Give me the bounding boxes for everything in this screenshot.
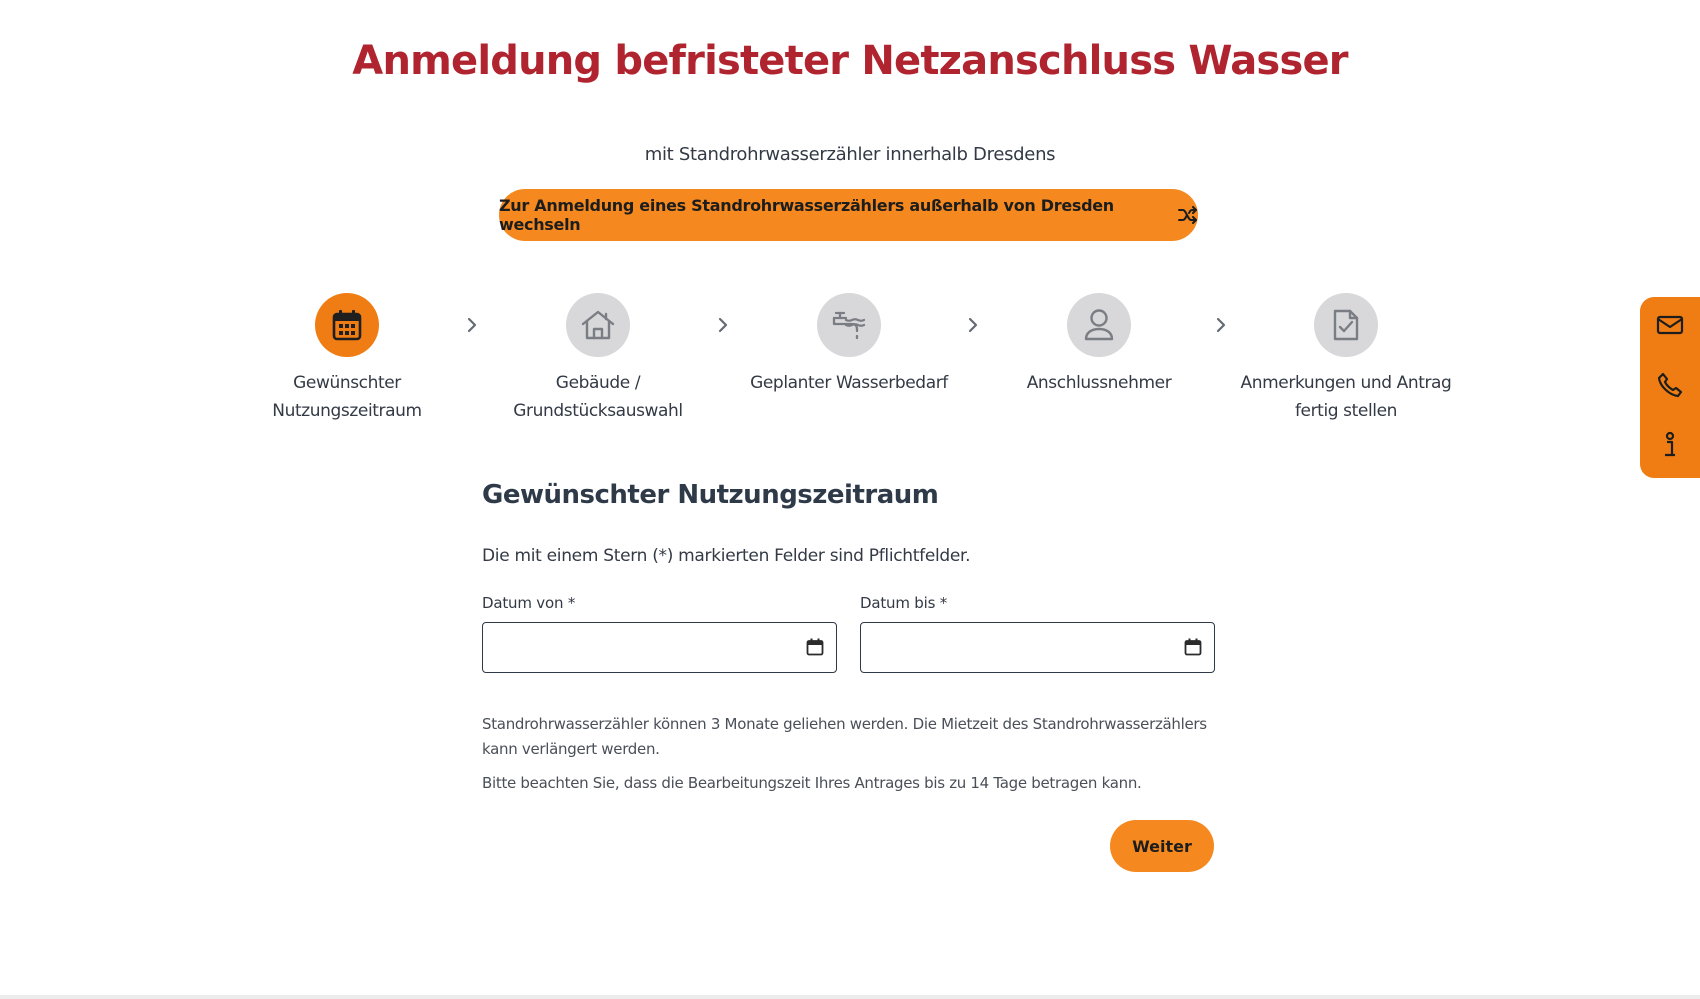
next-button[interactable]: Weiter (1110, 820, 1214, 872)
date-to-input[interactable] (873, 623, 1157, 674)
step-label: Anschlussnehmer (1026, 373, 1172, 393)
step-nutzungszeitraum[interactable]: Gewünschter Nutzungszeitraum (232, 293, 462, 425)
shuffle-icon (1178, 206, 1198, 224)
date-from-label: Datum von * (482, 594, 576, 612)
calendar-icon[interactable] (1184, 638, 1202, 656)
phone-icon[interactable] (1640, 365, 1700, 405)
house-icon (566, 293, 630, 357)
section-title: Gewünschter Nutzungszeitraum (482, 480, 939, 510)
person-icon (1067, 293, 1131, 357)
date-from-field: Datum von * (482, 594, 837, 674)
chevron-right-icon (718, 317, 728, 333)
faucet-icon (817, 293, 881, 357)
processing-time-info: Bitte beachten Sie, dass die Bearbeitung… (482, 774, 1142, 792)
date-to-label: Datum bis * (860, 594, 948, 612)
progress-stepper: Gewünschter Nutzungszeitraum Gebäude / G… (0, 293, 1700, 423)
required-fields-note: Die mit einem Stern (*) markierten Felde… (482, 546, 971, 566)
step-label: Gewünschter Nutzungszeitraum (272, 373, 422, 421)
document-check-icon (1314, 293, 1378, 357)
chevron-right-icon (968, 317, 978, 333)
step-label: Gebäude / Grundstücksauswahl (513, 373, 683, 421)
page-subtitle: mit Standrohrwasserzähler innerhalb Dres… (644, 144, 1056, 165)
page-title: Anmeldung befristeter Netzanschluss Wass… (352, 38, 1348, 84)
switch-region-button[interactable]: Zur Anmeldung eines Standrohrwasserzähle… (499, 189, 1198, 241)
step-label: Geplanter Wasserbedarf (750, 373, 948, 393)
step-antrag[interactable]: Anmerkungen und Antrag fertig stellen (1231, 293, 1461, 425)
calendar-icon[interactable] (806, 638, 824, 656)
mail-icon[interactable] (1640, 305, 1700, 345)
date-from-input-box[interactable] (482, 622, 837, 674)
date-from-input[interactable] (495, 623, 779, 674)
date-to-input-box[interactable] (860, 622, 1215, 674)
step-anschlussnehmer[interactable]: Anschlussnehmer (984, 293, 1214, 397)
chevron-right-icon (467, 317, 477, 333)
rental-period-info: Standrohrwasserzähler können 3 Monate ge… (482, 715, 1207, 758)
info-icon[interactable] (1640, 425, 1700, 465)
step-wasserbedarf[interactable]: Geplanter Wasserbedarf (734, 293, 964, 397)
contact-side-panel (1640, 297, 1700, 478)
date-to-field: Datum bis * (860, 594, 1215, 674)
switch-region-label: Zur Anmeldung eines Standrohrwasserzähle… (499, 196, 1114, 234)
chevron-right-icon (1216, 317, 1226, 333)
step-label: Anmerkungen und Antrag fertig stellen (1240, 373, 1452, 421)
calendar-icon (315, 293, 379, 357)
page-divider (0, 995, 1700, 999)
step-gebaeude[interactable]: Gebäude / Grundstücksauswahl (483, 293, 713, 425)
